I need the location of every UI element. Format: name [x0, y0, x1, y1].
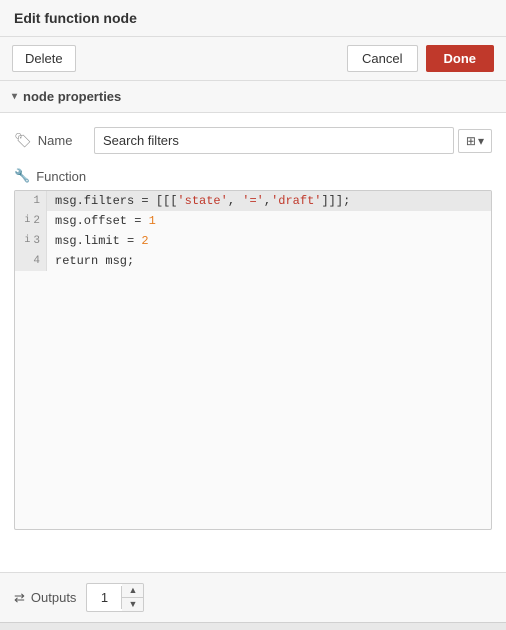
name-input-wrap: ⊞ ▾: [94, 127, 492, 154]
name-label: 🏷 Name: [14, 132, 84, 149]
bottom-strip: [0, 622, 506, 630]
done-button[interactable]: Done: [426, 45, 495, 72]
line-content-1: msg.filters = [[['state', '=','draft']]]…: [47, 191, 491, 211]
name-options-button[interactable]: ⊞ ▾: [458, 129, 492, 153]
name-input[interactable]: [94, 127, 454, 154]
outputs-value: 1: [87, 586, 122, 609]
function-label-text: Function: [36, 169, 86, 184]
gutter-3: i 3: [15, 231, 47, 251]
code-line-1: 1 msg.filters = [[['state', '=','draft']…: [15, 191, 491, 211]
toolbar-right: Cancel Done: [347, 45, 494, 72]
cancel-button[interactable]: Cancel: [347, 45, 417, 72]
name-label-text: Name: [38, 133, 73, 148]
line-content-3: msg.limit = 2: [47, 231, 491, 251]
content-area: 🏷 Name ⊞ ▾ 🔧 Function 1: [0, 113, 506, 572]
dropdown-arrow-icon: ▾: [478, 134, 484, 148]
code-editor[interactable]: 1 msg.filters = [[['state', '=','draft']…: [14, 190, 492, 530]
code-line-4: 4 return msg;: [15, 251, 491, 271]
code-line-3: i 3 msg.limit = 2: [15, 231, 491, 251]
outputs-increment-button[interactable]: ▲: [122, 584, 143, 598]
panel-header: Edit function node: [0, 0, 506, 37]
line-content-4: return msg;: [47, 251, 491, 271]
edit-function-panel: Edit function node Delete Cancel Done ▾ …: [0, 0, 506, 630]
code-lines: 1 msg.filters = [[['state', '=','draft']…: [15, 191, 491, 271]
delete-button[interactable]: Delete: [12, 45, 76, 72]
grid-icon: ⊞: [466, 134, 476, 148]
name-field-row: 🏷 Name ⊞ ▾: [14, 127, 492, 154]
function-label-row: 🔧 Function: [14, 168, 492, 184]
wrench-icon: 🔧: [14, 168, 30, 184]
toolbar: Delete Cancel Done: [0, 37, 506, 81]
outputs-decrement-button[interactable]: ▼: [122, 598, 143, 611]
line-content-2: msg.offset = 1: [47, 211, 491, 231]
outputs-stepper: 1 ▲ ▼: [86, 583, 144, 612]
panel-title: Edit function node: [14, 10, 137, 26]
section-label: node properties: [23, 89, 121, 104]
gutter-2: i 2: [15, 211, 47, 231]
outputs-row: ⇄ Outputs 1 ▲ ▼: [0, 572, 506, 622]
stepper-buttons: ▲ ▼: [122, 584, 143, 611]
section-header: ▾ node properties: [0, 81, 506, 113]
gutter-4: 4: [15, 251, 47, 271]
outputs-icon: ⇄: [14, 590, 25, 606]
tag-icon: 🏷: [14, 132, 32, 149]
outputs-label: ⇄ Outputs: [14, 590, 76, 606]
code-line-2: i 2 msg.offset = 1: [15, 211, 491, 231]
chevron-icon: ▾: [12, 91, 17, 102]
gutter-1: 1: [15, 191, 47, 211]
outputs-label-text: Outputs: [31, 590, 77, 605]
